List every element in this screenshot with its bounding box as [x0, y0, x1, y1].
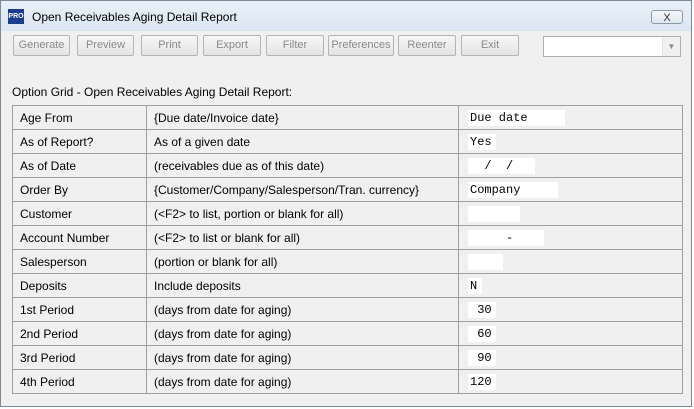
option-description: (<F2> to list or blank for all) [146, 225, 459, 250]
grid-row: Age From {Due date/Invoice date} Due dat… [12, 105, 683, 130]
option-value-field[interactable]: 30 [468, 302, 496, 318]
option-description: (<F2> to list, portion or blank for all) [146, 201, 459, 226]
preview-button[interactable]: Preview [77, 35, 134, 56]
grid-row: Deposits Include deposits N [12, 273, 683, 298]
option-description: As of a given date [146, 129, 459, 154]
option-name: Deposits [12, 273, 147, 298]
option-name: Salesperson [12, 249, 147, 274]
option-value-field[interactable]: Due date [468, 110, 565, 126]
option-description: {Customer/Company/Salesperson/Tran. curr… [146, 177, 459, 202]
option-name: 3rd Period [12, 345, 147, 370]
reenter-button[interactable]: Reenter [398, 35, 456, 56]
option-value-field[interactable]: 120 [468, 374, 496, 390]
grid-row: Order By {Customer/Company/Salesperson/T… [12, 177, 683, 202]
option-description: (receivables due as of this date) [146, 153, 459, 178]
generate-button[interactable]: Generate [13, 35, 70, 56]
close-button[interactable]: X [651, 10, 683, 24]
exit-button[interactable]: Exit [461, 35, 519, 56]
grid-row: Salesperson (portion or blank for all) [12, 249, 683, 274]
grid-row: Account Number (<F2> to list or blank fo… [12, 225, 683, 250]
option-value-field[interactable]: - [468, 230, 544, 246]
window-title: Open Receivables Aging Detail Report [32, 10, 237, 24]
option-name: As of Report? [12, 129, 147, 154]
preferences-button[interactable]: Preferences [328, 35, 394, 56]
option-description: (days from date for aging) [146, 369, 459, 394]
grid-row: Customer (<F2> to list, portion or blank… [12, 201, 683, 226]
option-grid: Age From {Due date/Invoice date} Due dat… [12, 105, 683, 394]
option-name: 2nd Period [12, 321, 147, 346]
export-button[interactable]: Export [203, 35, 261, 56]
option-description: (days from date for aging) [146, 297, 459, 322]
grid-row: 4th Period (days from date for aging) 12… [12, 369, 683, 394]
grid-row: As of Report? As of a given date Yes [12, 129, 683, 154]
option-value-field[interactable]: N [468, 278, 482, 294]
filter-button[interactable]: Filter [266, 35, 324, 56]
grid-row: 2nd Period (days from date for aging) 60 [12, 321, 683, 346]
option-value-field[interactable]: Company [468, 182, 558, 198]
toolbar-dropdown[interactable]: ▼ [543, 36, 681, 57]
option-name: 4th Period [12, 369, 147, 394]
option-value-field[interactable] [468, 254, 503, 270]
option-name: Customer [12, 201, 147, 226]
grid-row: As of Date (receivables due as of this d… [12, 153, 683, 178]
option-description: Include deposits [146, 273, 459, 298]
option-description: (days from date for aging) [146, 345, 459, 370]
option-value-field[interactable] [468, 206, 520, 222]
option-description: (portion or blank for all) [146, 249, 459, 274]
chevron-down-icon[interactable]: ▼ [662, 37, 680, 56]
option-value-field[interactable]: 90 [468, 350, 496, 366]
option-description: (days from date for aging) [146, 321, 459, 346]
report-window: PRO Open Receivables Aging Detail Report… [0, 0, 692, 407]
option-name: As of Date [12, 153, 147, 178]
title-bar: PRO Open Receivables Aging Detail Report… [1, 1, 691, 31]
app-icon: PRO [8, 9, 24, 24]
option-name: Order By [12, 177, 147, 202]
option-description: {Due date/Invoice date} [146, 105, 459, 130]
option-name: 1st Period [12, 297, 147, 322]
grid-caption: Option Grid - Open Receivables Aging Det… [12, 85, 293, 99]
grid-row: 1st Period (days from date for aging) 30 [12, 297, 683, 322]
print-button[interactable]: Print [141, 35, 198, 56]
option-name: Account Number [12, 225, 147, 250]
option-value-field[interactable]: Yes [468, 134, 496, 150]
option-value-field[interactable]: 60 [468, 326, 496, 342]
option-value-field[interactable]: / / [468, 158, 535, 174]
option-name: Age From [12, 105, 147, 130]
grid-row: 3rd Period (days from date for aging) 90 [12, 345, 683, 370]
